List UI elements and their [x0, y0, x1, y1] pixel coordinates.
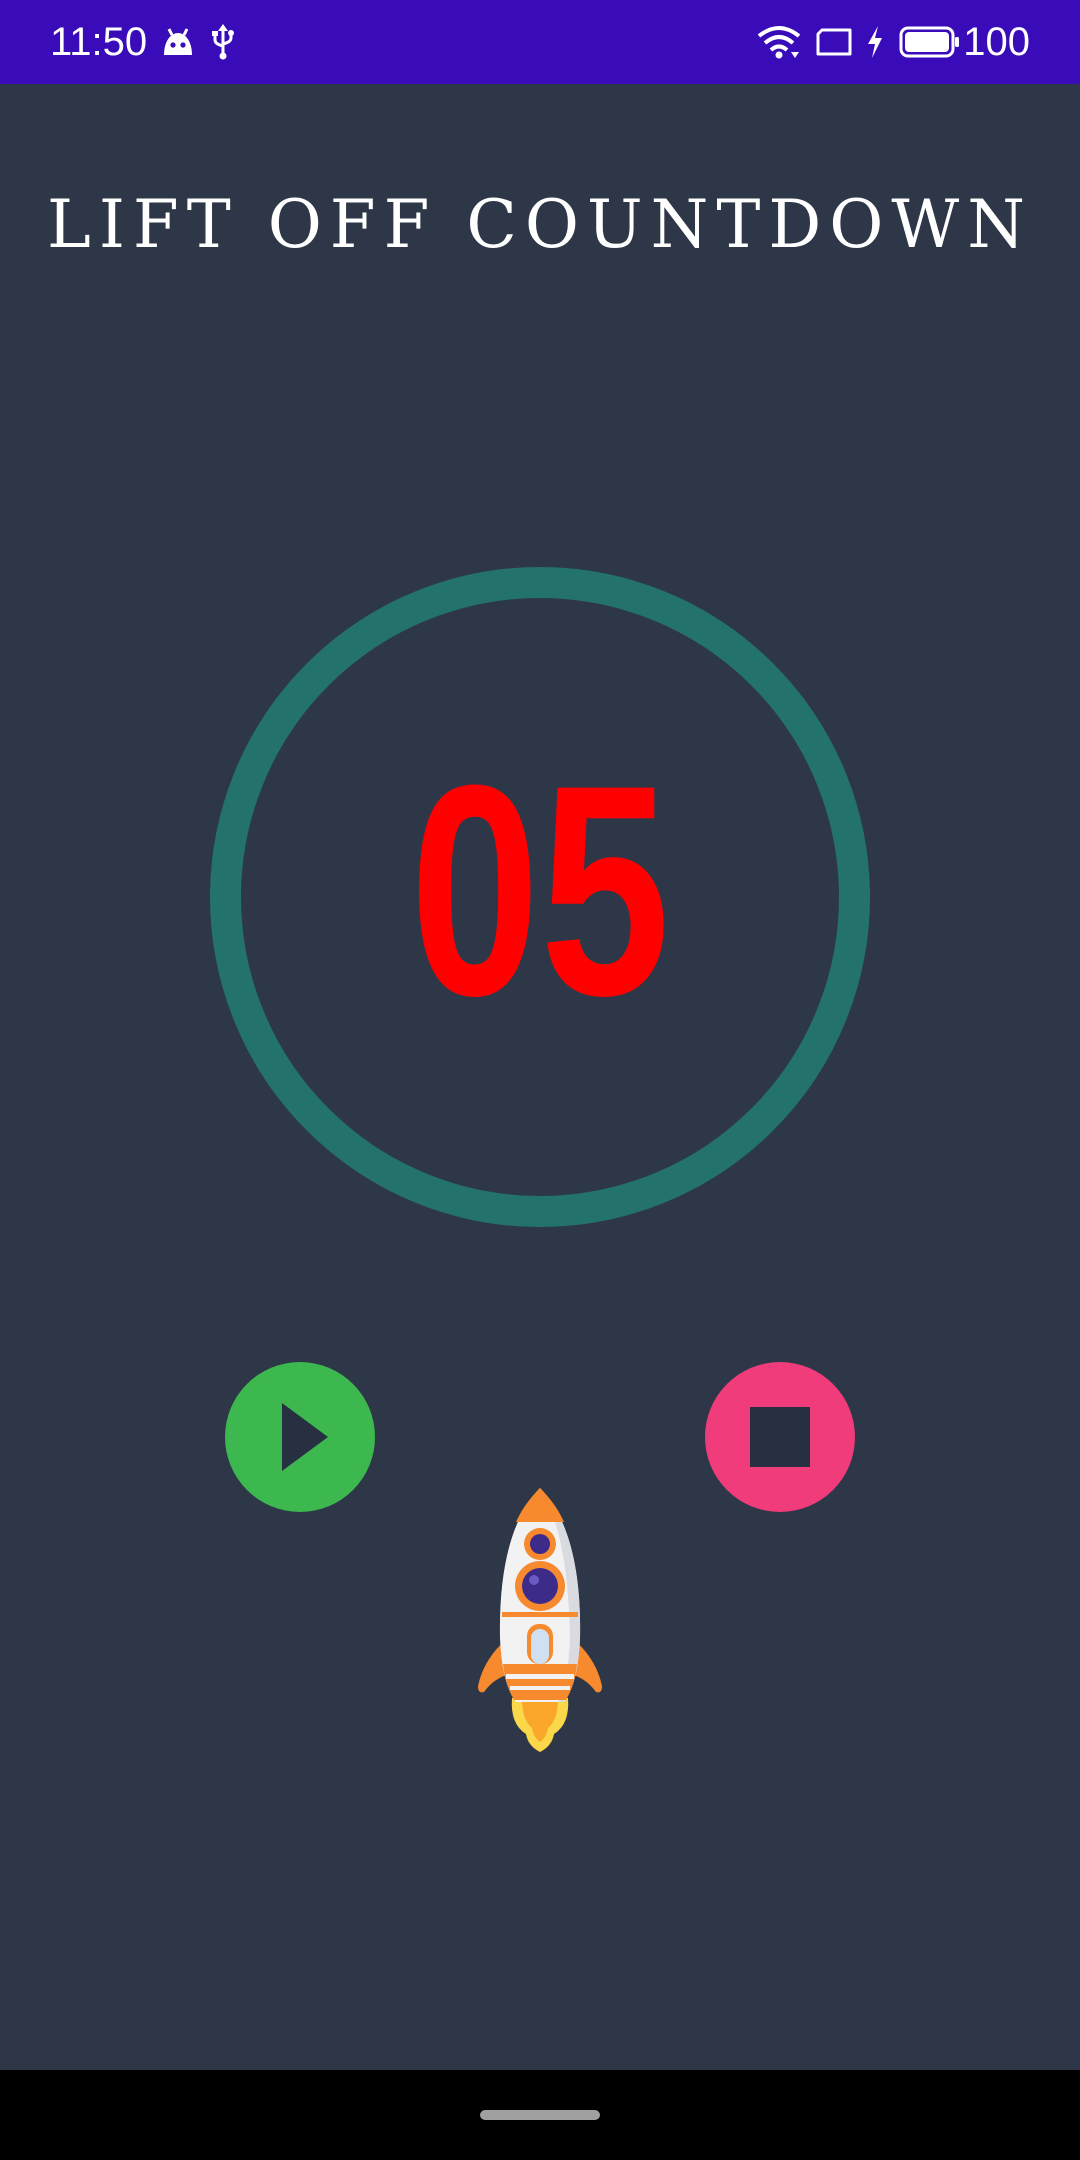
stop-button[interactable]	[705, 1362, 855, 1512]
navigation-bar	[0, 2070, 1080, 2160]
screen-rotate-icon	[814, 0, 854, 84]
usb-icon	[208, 0, 238, 84]
home-handle[interactable]	[480, 2110, 600, 2120]
play-button[interactable]	[225, 1362, 375, 1512]
stop-icon	[750, 1407, 810, 1467]
rocket-icon	[476, 1488, 604, 1752]
countdown-value: 05	[409, 722, 671, 1058]
battery-icon	[898, 0, 962, 84]
status-time: 11:50	[50, 20, 148, 64]
wifi-icon	[756, 0, 802, 84]
battery-level: 100	[963, 20, 1030, 64]
countdown-screen: 11:50 100 LIFT OFF COUNTDOWN 05	[0, 0, 1080, 2160]
charging-icon	[864, 0, 886, 84]
status-bar: 11:50 100	[0, 0, 1080, 84]
play-icon	[282, 1403, 328, 1471]
page-title: LIFT OFF COUNTDOWN	[47, 186, 1033, 263]
android-icon	[160, 0, 196, 84]
